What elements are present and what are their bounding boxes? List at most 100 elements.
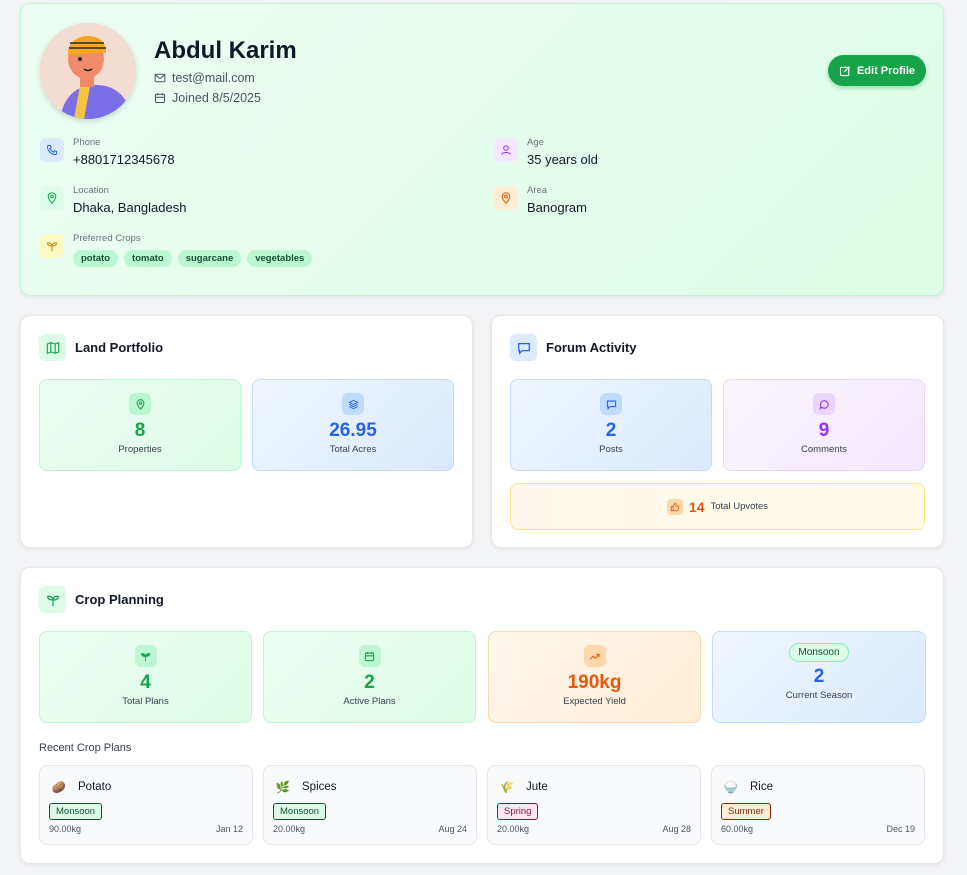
comments-value: 9: [818, 420, 830, 441]
land-portfolio-card: Land Portfolio 8 Properties 26.95 Total …: [20, 315, 473, 548]
map-icon: [39, 334, 66, 361]
edit-icon: [839, 65, 850, 76]
plan-name: Jute: [526, 781, 548, 793]
plan-name: Spices: [302, 781, 337, 793]
comment-icon: [813, 393, 835, 415]
posts-label: Posts: [599, 444, 623, 455]
forum-activity-header: Forum Activity: [510, 334, 637, 361]
phone-icon: [40, 138, 64, 162]
crop-plan-card[interactable]: 🌾 Jute Spring 20.00kg Aug 28: [487, 765, 701, 845]
area-pin-icon: [494, 186, 518, 210]
season-badge: Monsoon: [789, 643, 849, 662]
profile-name: Abdul Karim: [154, 37, 297, 64]
trending-up-icon: [583, 645, 606, 667]
current-season-label: Current Season: [785, 690, 853, 701]
forum-activity-card: Forum Activity 2 Posts 9 Comments 14 Tot…: [491, 315, 944, 548]
plan-quantity: 20.00kg: [273, 824, 306, 834]
age-value: 35 years old: [527, 152, 598, 167]
crop-tag: tomato: [124, 250, 172, 267]
area-info: Area Banogram: [494, 185, 587, 216]
properties-label: Properties: [118, 444, 162, 455]
total-plans-value: 4: [140, 672, 151, 693]
area-label: Area: [527, 185, 548, 196]
sprout-icon: [40, 234, 64, 258]
active-plans-label: Active Plans: [343, 696, 396, 707]
phone-value: +8801712345678: [73, 152, 175, 167]
sprout-icon: [39, 586, 66, 613]
location-pin-icon: [129, 393, 151, 415]
age-info: Age 35 years old: [494, 137, 598, 168]
area-value: Banogram: [527, 200, 587, 215]
total-plans-stat: 4 Total Plans: [39, 631, 252, 723]
location-label: Location: [73, 185, 109, 196]
location-value: Dhaka, Bangladesh: [73, 200, 187, 215]
message-icon: [510, 334, 537, 361]
profile-joined: Joined 8/5/2025: [154, 91, 261, 105]
crops-info: Preferred Crops potato tomato sugarcane …: [40, 233, 313, 267]
plan-quantity: 60.00kg: [721, 824, 754, 834]
age-label: Age: [527, 137, 544, 148]
edit-profile-label: Edit Profile: [856, 64, 916, 77]
crop-planning-card: Crop Planning 4 Total Plans 2 Active Pla…: [20, 567, 944, 864]
acres-value: 26.95: [329, 420, 377, 441]
comments-stat: 9 Comments: [723, 379, 925, 471]
crop-plan-card[interactable]: 🌿 Spices Monsoon 20.00kg Aug 24: [263, 765, 477, 845]
comments-label: Comments: [801, 444, 847, 455]
plan-quantity: 90.00kg: [49, 824, 82, 834]
expected-yield-stat: 190kg Expected Yield: [488, 631, 701, 723]
crop-tag: vegetables: [247, 250, 313, 267]
grain-icon: 🌾: [499, 782, 515, 794]
forum-activity-title: Forum Activity: [546, 340, 637, 355]
sprout-icon: [134, 645, 157, 667]
upvotes-label: Total Upvotes: [710, 501, 769, 512]
active-plans-stat: 2 Active Plans: [263, 631, 476, 723]
recent-crop-plans-title: Recent Crop Plans: [39, 742, 132, 754]
plan-name: Rice: [750, 781, 774, 793]
total-plans-label: Total Plans: [122, 696, 169, 707]
joined-text: Joined 8/5/2025: [172, 91, 261, 105]
avatar: [40, 23, 136, 119]
upvotes-stat: 14 Total Upvotes: [510, 483, 925, 530]
plan-name: Potato: [78, 781, 112, 793]
location-pin-icon: [40, 186, 64, 210]
crop-plan-card[interactable]: 🥔 Potato Monsoon 90.00kg Jan 12: [39, 765, 253, 845]
posts-stat: 2 Posts: [510, 379, 712, 471]
active-plans-value: 2: [364, 672, 375, 693]
plan-season-badge: Monsoon: [273, 803, 327, 820]
rice-icon: 🍚: [723, 782, 739, 794]
mail-icon: [154, 73, 166, 83]
crop-tags: potato tomato sugarcane vegetables: [73, 250, 313, 267]
profile-card: Abdul Karim test@mail.com Joined 8/5/202…: [20, 3, 944, 296]
phone-label: Phone: [73, 137, 101, 148]
user-icon: [494, 138, 518, 162]
posts-value: 2: [605, 420, 617, 441]
upvotes-value: 14: [688, 498, 705, 515]
properties-value: 8: [134, 420, 146, 441]
expected-yield-value: 190kg: [567, 672, 622, 693]
herb-icon: 🌿: [275, 782, 291, 794]
crop-planning-title: Crop Planning: [75, 592, 164, 607]
email-text: test@mail.com: [172, 71, 255, 85]
plan-quantity: 20.00kg: [497, 824, 530, 834]
expected-yield-label: Expected Yield: [563, 696, 626, 707]
plan-date: Aug 24: [438, 824, 467, 834]
location-info: Location Dhaka, Bangladesh: [40, 185, 186, 216]
plan-season-badge: Spring: [497, 803, 539, 820]
thumbs-up-icon: [666, 498, 683, 515]
crops-label: Preferred Crops: [73, 233, 141, 244]
plan-date: Aug 28: [662, 824, 691, 834]
land-portfolio-header: Land Portfolio: [39, 334, 163, 361]
acres-stat: 26.95 Total Acres: [252, 379, 454, 471]
edit-profile-button[interactable]: Edit Profile: [828, 55, 926, 86]
properties-stat: 8 Properties: [39, 379, 241, 471]
crop-tag: sugarcane: [177, 250, 242, 267]
calendar-icon: [154, 93, 166, 104]
acres-label: Total Acres: [329, 444, 377, 455]
plan-season-badge: Summer: [721, 803, 771, 820]
crop-planning-header: Crop Planning: [39, 586, 164, 613]
crop-plan-card[interactable]: 🍚 Rice Summer 60.00kg Dec 19: [711, 765, 925, 845]
current-season-stat: Monsoon 2 Current Season: [712, 631, 926, 723]
potato-icon: 🥔: [51, 782, 67, 794]
land-portfolio-title: Land Portfolio: [75, 340, 164, 355]
current-season-value: 2: [813, 666, 825, 687]
